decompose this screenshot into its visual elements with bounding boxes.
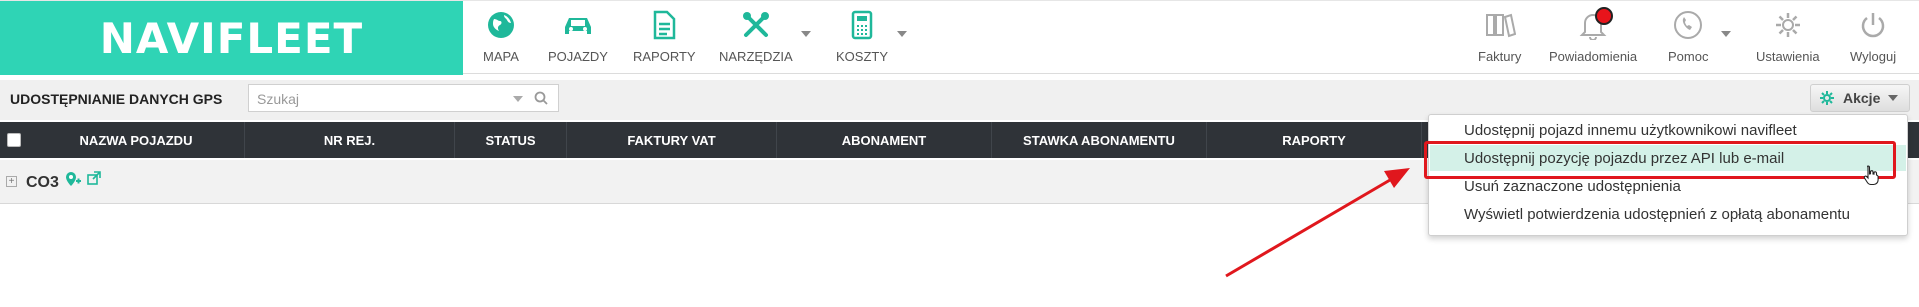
nav-item-faktury[interactable]: Faktury [1478,9,1521,69]
search-dropdown-caret[interactable] [513,96,523,102]
actions-button[interactable]: Akcje [1810,84,1910,112]
nav-item-pojazdy[interactable]: POJAZDY [548,9,608,69]
calculator-icon [846,9,878,41]
column-header-status[interactable]: STATUS [455,122,567,158]
nav-label-koszty: KOSZTY [836,49,889,64]
column-header-raporty[interactable]: RAPORTY [1207,122,1422,158]
globe-icon [485,9,517,41]
pomoc-dropdown-caret[interactable] [1721,31,1731,37]
nav-label-narzedzia: NARZĘDZIA [719,49,793,64]
nav-item-pomoc[interactable]: Pomoc [1668,9,1708,69]
menu-item-show-subscription-confirmations[interactable]: Wyświetl potwierdzenia udostępnień z opł… [1430,201,1906,227]
select-all-checkbox[interactable] [7,133,21,147]
hand-cursor-icon [1863,165,1879,186]
gear-icon [1820,91,1834,105]
nav-label-pojazdy: POJAZDY [548,49,608,64]
car-icon [562,9,594,41]
nav-label-faktury: Faktury [1478,49,1522,64]
search-icon[interactable] [534,91,548,105]
bell-icon [1577,7,1614,41]
nav-item-ustawienia[interactable]: Ustawienia [1756,9,1820,69]
page-title: UDOSTĘPNIANIE DANYCH GPS [10,91,223,107]
column-header-stawka-abonamentu[interactable]: STAWKA ABONAMENTU [992,122,1207,158]
gear-icon [1772,9,1804,41]
logo-text: NAVIFLEET [99,13,364,63]
column-header-nazwa-pojazdu[interactable]: NAZWA POJAZDU [28,122,245,158]
notification-badge [1595,7,1614,25]
document-icon [648,9,680,41]
nav-label-powiadomienia: Powiadomienia [1549,49,1638,64]
nav-label-raporty: RAPORTY [633,49,696,64]
search-box [248,84,559,112]
nav-label-mapa: MAPA [483,49,519,64]
phone-icon [1672,9,1704,41]
power-icon [1857,9,1889,41]
menu-item-share-with-user[interactable]: Udostępnij pojazd innemu użytkownikowi n… [1430,117,1906,143]
column-header-faktury-vat[interactable]: FAKTURY VAT [567,122,777,158]
binders-icon [1484,9,1516,41]
top-navigation-bar: NAVIFLEET MAPA POJAZDY RAPORTY NARZĘDZIA… [0,0,1919,75]
nav-label-ustawienia: Ustawienia [1756,49,1820,64]
chevron-down-icon [1888,95,1899,101]
nav-item-powiadomienia[interactable]: Powiadomienia [1549,7,1638,69]
nav-item-narzedzia[interactable]: NARZĘDZIA [719,9,793,69]
annotation-highlight-box [1424,141,1896,179]
tools-icon [740,9,772,41]
nav-item-mapa[interactable]: MAPA [483,9,519,69]
nav-label-wyloguj: Wyloguj [1850,49,1897,64]
search-input[interactable] [255,88,499,110]
koszty-dropdown-caret[interactable] [897,31,907,37]
location-share-icon[interactable] [64,170,82,188]
column-header-abonament[interactable]: ABONAMENT [777,122,992,158]
external-link-icon[interactable] [86,170,102,186]
nav-item-wyloguj[interactable]: Wyloguj [1850,9,1896,69]
navifleet-logo[interactable]: NAVIFLEET [0,1,463,75]
group-name: CO3 [26,174,59,191]
nav-item-koszty[interactable]: KOSZTY [836,9,888,69]
expand-icon[interactable]: + [6,176,17,187]
actions-button-label: Akcje [1843,90,1881,106]
nav-label-pomoc: Pomoc [1668,49,1709,64]
nav-item-raporty[interactable]: RAPORTY [633,9,696,69]
narzedzia-dropdown-caret[interactable] [801,31,811,37]
column-header-nr-rej[interactable]: NR REJ. [245,122,455,158]
